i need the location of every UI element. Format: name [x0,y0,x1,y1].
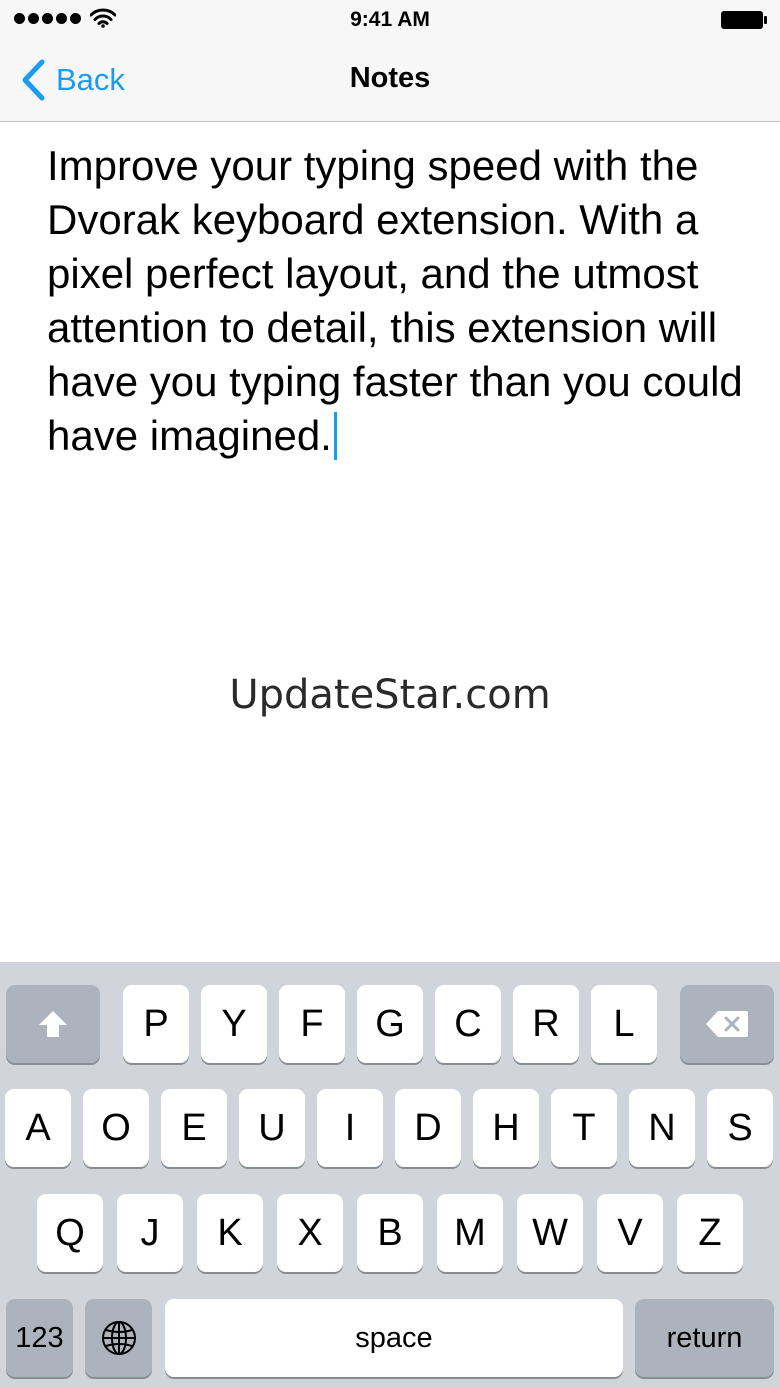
key-g[interactable]: G [357,985,423,1063]
shift-key[interactable] [6,985,100,1063]
delete-icon [706,1011,748,1037]
dvorak-keyboard: P Y F G C R L A O E U I D H T N S Q J K … [0,962,780,1387]
key-b[interactable]: B [357,1194,423,1272]
key-p[interactable]: P [123,985,189,1063]
shift-icon [39,1011,67,1037]
note-text: Improve your typing speed with the Dvora… [47,142,743,459]
key-k[interactable]: K [197,1194,263,1272]
key-t[interactable]: T [551,1089,617,1167]
key-h[interactable]: H [473,1089,539,1167]
key-j[interactable]: J [117,1194,183,1272]
key-y[interactable]: Y [201,985,267,1063]
status-time: 9:41 AM [350,8,430,31]
key-c[interactable]: C [435,985,501,1063]
watermark: UpdateStar.com [229,672,551,718]
key-x[interactable]: X [277,1194,343,1272]
globe-key[interactable] [85,1299,152,1377]
delete-key[interactable] [680,985,774,1063]
key-s[interactable]: S [707,1089,773,1167]
note-text-area[interactable]: Improve your typing speed with the Dvora… [47,139,747,463]
battery-icon [721,11,767,29]
return-key[interactable]: return [635,1299,774,1377]
key-a[interactable]: A [5,1089,71,1167]
key-f[interactable]: F [279,985,345,1063]
numbers-key[interactable]: 123 [6,1299,73,1377]
navigation-bar: Back Notes [0,40,780,122]
key-u[interactable]: U [239,1089,305,1167]
key-d[interactable]: D [395,1089,461,1167]
space-key[interactable]: space [165,1299,623,1377]
key-q[interactable]: Q [37,1194,103,1272]
status-bar: 9:41 AM [0,0,780,40]
key-e[interactable]: E [161,1089,227,1167]
key-r[interactable]: R [513,985,579,1063]
key-l[interactable]: L [591,985,657,1063]
key-i[interactable]: I [317,1089,383,1167]
page-title: Notes [349,62,431,94]
key-w[interactable]: W [517,1194,583,1272]
key-v[interactable]: V [597,1194,663,1272]
key-n[interactable]: N [629,1089,695,1167]
text-cursor [333,412,337,460]
key-o[interactable]: O [83,1089,149,1167]
key-z[interactable]: Z [677,1194,743,1272]
key-m[interactable]: M [437,1194,503,1272]
globe-icon [101,1321,136,1355]
